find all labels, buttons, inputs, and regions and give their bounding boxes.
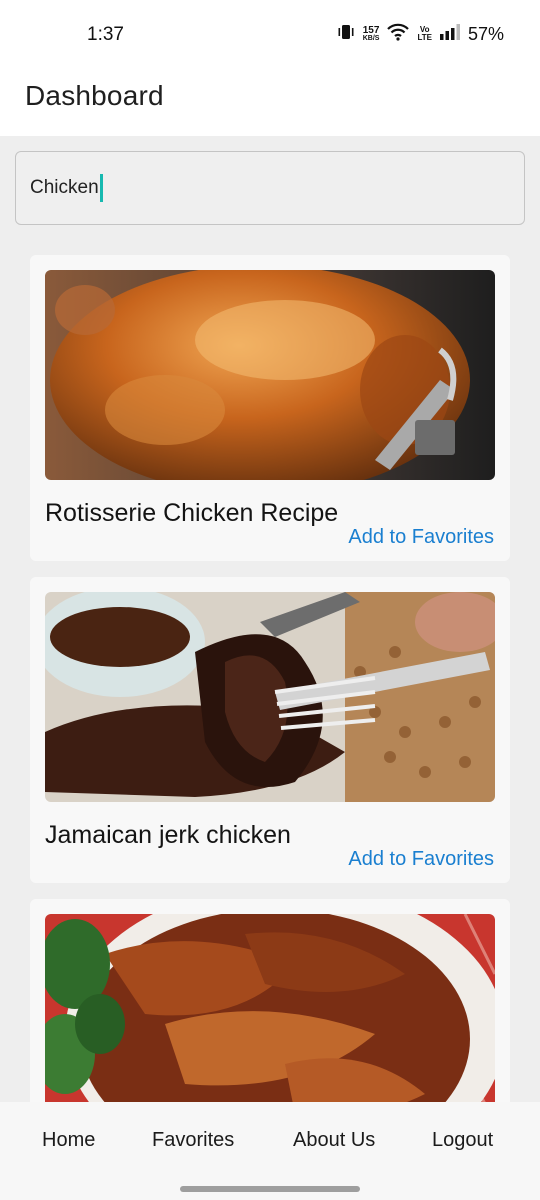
search-input[interactable]: Chicken <box>15 151 525 225</box>
status-bar: 1:37 157 KB/S Vo LTE 57% <box>0 0 540 70</box>
volte-bottom: LTE <box>417 33 432 42</box>
recipe-card[interactable]: Rotisserie Chicken Recipe Add to Favorit… <box>30 255 510 561</box>
recipe-image[interactable] <box>45 270 495 480</box>
nav-about-us[interactable]: About Us <box>293 1129 375 1152</box>
recipe-image[interactable] <box>45 914 495 1102</box>
status-icons: 157 KB/S Vo LTE 57% <box>337 22 504 46</box>
recipe-card[interactable] <box>30 899 510 1102</box>
vibrate-icon <box>337 23 355 46</box>
status-time: 1:37 <box>87 24 124 45</box>
battery-percentage: 57% <box>467 23 504 44</box>
network-speed-value: 157 <box>362 24 380 36</box>
app-header: Dashboard <box>0 70 540 136</box>
wifi-icon <box>387 23 410 46</box>
search-input-value: Chicken <box>30 177 99 198</box>
page-title: Dashboard <box>25 80 164 111</box>
bottom-navigation: Home Favorites About Us Logout <box>0 1102 540 1200</box>
recipe-image[interactable] <box>45 592 495 802</box>
volte-indicator: Vo LTE <box>417 26 432 42</box>
text-cursor <box>99 174 103 202</box>
add-to-favorites-button[interactable]: Add to Favorites <box>348 848 494 871</box>
recipe-list-area[interactable]: Chicken Rotisserie Chicken Recipe Add to… <box>0 136 540 1102</box>
nav-favorites[interactable]: Favorites <box>152 1129 234 1152</box>
home-indicator[interactable] <box>180 1186 360 1192</box>
recipe-card[interactable]: Jamaican jerk chicken Add to Favorites <box>30 577 510 883</box>
signal-icon <box>439 23 460 45</box>
nav-logout[interactable]: Logout <box>432 1129 493 1152</box>
nav-home[interactable]: Home <box>42 1129 95 1152</box>
network-speed-unit: KB/S <box>362 34 380 42</box>
recipe-title: Jamaican jerk chicken <box>45 821 291 849</box>
recipe-title: Rotisserie Chicken Recipe <box>45 499 339 527</box>
add-to-favorites-button[interactable]: Add to Favorites <box>348 526 494 549</box>
network-speed: 157 KB/S <box>362 24 380 43</box>
